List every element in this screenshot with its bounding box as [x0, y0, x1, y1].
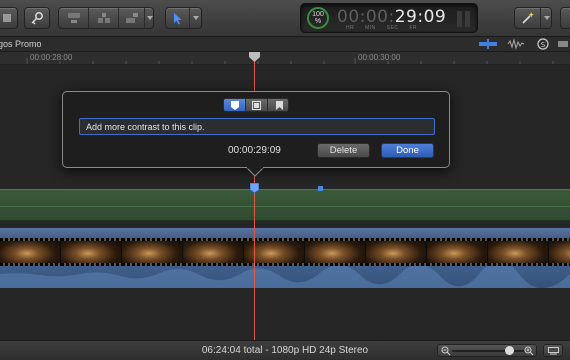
toolbar-right-button[interactable] [560, 7, 570, 29]
dashboard-timecode[interactable]: 100% 00:00:29:09 HR MIN SEC FR [300, 3, 478, 33]
marker-type-tabs [223, 98, 289, 112]
clip-frame [427, 238, 487, 266]
chevron-down-icon [192, 16, 199, 20]
snapping-icon[interactable] [556, 38, 570, 50]
tab-marker[interactable] [224, 99, 246, 111]
clip-frame [244, 238, 304, 266]
ruler-label-right: 00:00:30:00 [358, 53, 401, 62]
timecode-digits: 00:00:29:09 [337, 7, 446, 27]
clip-frame [0, 238, 60, 266]
clip-appearance-icon [548, 347, 559, 355]
timeline-title-bar: gos Promo S [0, 37, 570, 52]
tab-chapter[interactable] [268, 99, 288, 111]
insert-edit-button[interactable] [89, 8, 119, 28]
zoom-in-icon[interactable] [524, 346, 534, 356]
status-bar: 06:24:04 total - 1080p HD 24p Stereo [0, 340, 570, 360]
primary-clip-title-bar[interactable] [0, 228, 570, 238]
zoom-control [437, 344, 537, 357]
marker-icon [230, 100, 239, 110]
meter-value: 100 [312, 11, 324, 18]
delete-button[interactable]: Delete [317, 143, 370, 158]
timecode-dim: 00:00: [337, 7, 395, 27]
chevron-down-icon [146, 16, 153, 20]
keywords-button[interactable] [24, 7, 50, 29]
chapter-icon [275, 100, 283, 110]
timecode-lit: 29:09 [394, 7, 447, 27]
marker-icon[interactable] [250, 183, 259, 193]
ruler-label-left: 00:00:28:00 [30, 53, 73, 62]
chevron-down-icon [543, 16, 550, 20]
background-tasks-meter[interactable]: 100% [307, 7, 329, 29]
clip-appearance-button[interactable] [543, 344, 563, 357]
select-tool-button[interactable] [165, 7, 202, 29]
timeline-ruler[interactable]: 00:00:28:00 00:00:30:00 [0, 52, 570, 65]
toolbar-left-button[interactable] [0, 7, 18, 29]
clip-frame [122, 238, 182, 266]
ruler-ticks [26, 58, 554, 64]
playhead-handle-icon[interactable] [249, 52, 260, 62]
audio-meters-icon[interactable] [457, 11, 471, 27]
arrow-pointer-icon [166, 8, 190, 28]
primary-clip-filmstrip[interactable] [0, 238, 570, 266]
todo-icon [252, 100, 261, 110]
marker-icon[interactable] [318, 186, 323, 191]
magic-wand-icon [515, 8, 541, 28]
marker-note-input[interactable] [79, 118, 435, 135]
clip-frame [305, 238, 365, 266]
clip-frame [61, 238, 121, 266]
key-icon [25, 8, 49, 28]
toolbar: 100% 00:00:29:09 HR MIN SEC FR [0, 0, 570, 37]
connect-icon [67, 13, 80, 23]
effects-button[interactable] [514, 7, 552, 29]
timecode-units: HR MIN SEC FR [346, 25, 417, 31]
track-divider [0, 206, 570, 207]
clip-frame [183, 238, 243, 266]
tab-todo[interactable] [246, 99, 268, 111]
effects-dropdown[interactable] [541, 8, 552, 28]
solo-icon[interactable]: S [536, 38, 550, 50]
audio-waveform [0, 266, 570, 288]
marker-popover: 00:00:29:09 Delete Done [62, 91, 450, 168]
skimming-icon[interactable] [478, 38, 498, 50]
connect-edit-button[interactable] [59, 8, 89, 28]
project-title: gos Promo [0, 39, 42, 49]
svg-text:S: S [541, 41, 546, 49]
clip-frame [366, 238, 426, 266]
tool-dropdown[interactable] [190, 8, 201, 28]
clip-frame [488, 238, 548, 266]
append-edit-button[interactable] [119, 8, 145, 28]
zoom-out-icon[interactable] [441, 346, 451, 356]
clip-frame [549, 238, 570, 266]
done-button[interactable]: Done [381, 143, 434, 158]
meter-unit: % [314, 18, 322, 25]
popover-arrow [246, 167, 264, 177]
insert-icon [97, 13, 110, 23]
audio-skimming-icon[interactable] [507, 38, 525, 50]
marker-timecode: 00:00:29:09 [228, 145, 281, 156]
connected-clip-track[interactable] [0, 189, 570, 221]
edit-dropdown-button[interactable] [145, 8, 154, 28]
zoom-slider-knob[interactable] [505, 346, 514, 355]
append-icon [125, 13, 138, 23]
edit-mode-group [58, 7, 154, 29]
